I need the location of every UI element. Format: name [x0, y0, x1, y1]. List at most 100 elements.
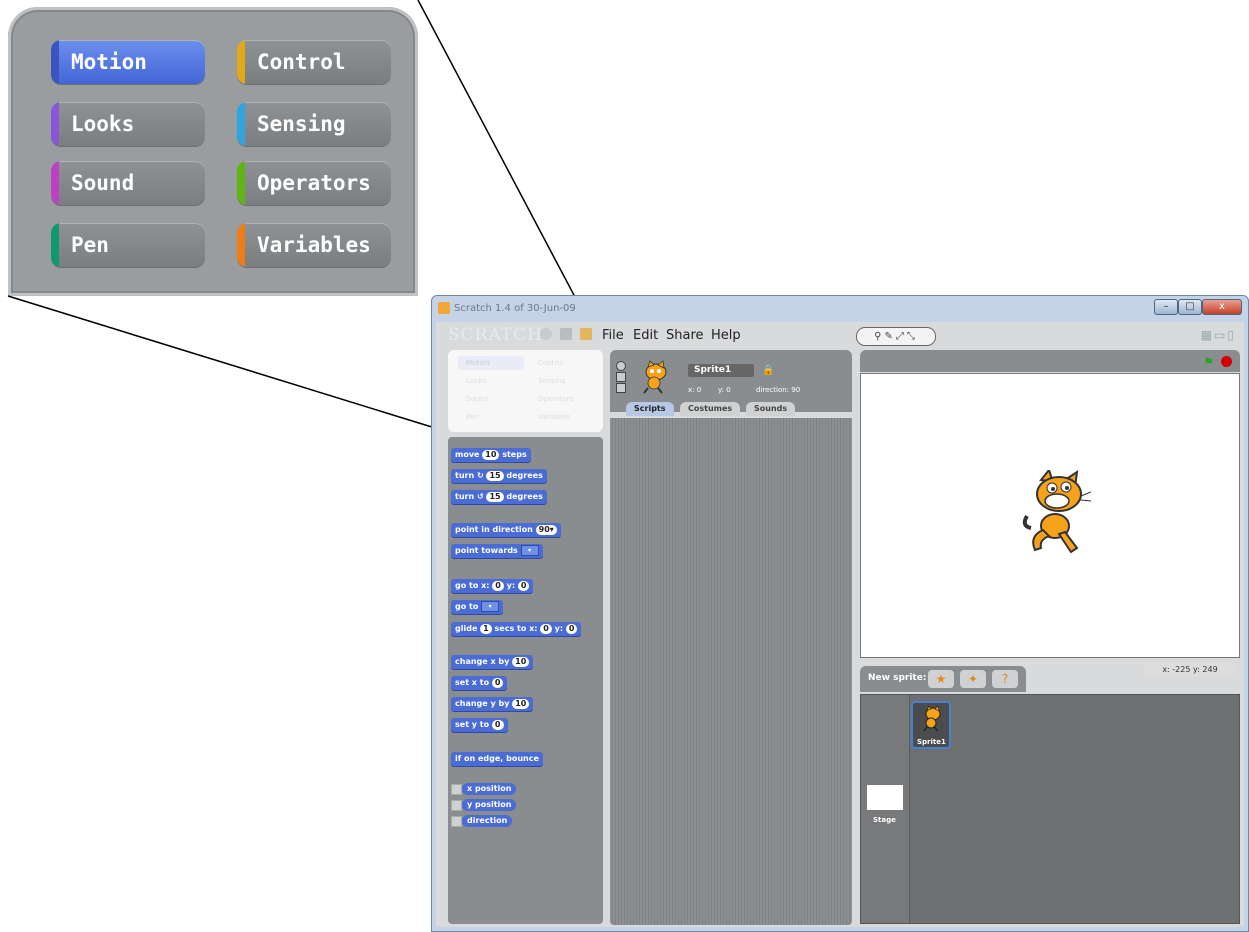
mouse-x-readout: x: -225 — [1162, 665, 1191, 674]
sprite-cat-icon — [643, 360, 667, 394]
block-go-to[interactable]: go to ▾ — [451, 600, 504, 614]
palette-control[interactable]: Control — [530, 356, 596, 370]
green-flag-icon[interactable]: ⚑ — [1203, 355, 1214, 369]
category-label: Sound — [71, 171, 135, 195]
scratch-app-icon — [438, 302, 450, 314]
category-label: Motion — [71, 50, 147, 74]
sprite-list: Stage Sprite1 — [860, 694, 1240, 924]
block-set-y[interactable]: set y to 0 — [451, 718, 508, 732]
category-pen-button[interactable]: Pen — [51, 223, 205, 267]
random-sprite-button[interactable]: ? — [992, 670, 1018, 688]
x-position-checkbox[interactable] — [451, 784, 462, 795]
category-variables-button[interactable]: Variables — [237, 223, 391, 267]
category-label: Control — [257, 50, 346, 74]
block-set-x[interactable]: set x to 0 — [451, 676, 508, 690]
block-change-x[interactable]: change x by 10 — [451, 655, 534, 669]
direction-checkbox[interactable] — [451, 816, 462, 827]
sprite-name-field[interactable]: Sprite1 — [688, 364, 754, 377]
scripts-area[interactable] — [610, 418, 852, 925]
sprite-thumbnail[interactable]: Sprite1 — [911, 701, 951, 749]
scratch-logo: SCRATCH — [448, 325, 543, 345]
block-move[interactable]: move 10 steps — [451, 448, 531, 462]
category-operators-button[interactable]: Operators — [237, 161, 391, 205]
palette-sound[interactable]: Sound — [458, 392, 524, 406]
title-bar: Scratch 1.4 of 30-Jun-09 – □ x — [432, 296, 1248, 322]
choose-sprite-from-file-button[interactable]: ✦ — [960, 670, 986, 688]
sprite-x-readout: x: 0 — [688, 386, 702, 394]
scratch-app: SCRATCH File Edit Share Help ⚲✎⤢⤡ ▦▭▯ Mo… — [436, 322, 1244, 927]
category-color-bar — [51, 223, 59, 267]
block-change-y[interactable]: change y by 10 — [451, 697, 534, 711]
block-point-in-direction[interactable]: point in direction 90▾ — [451, 523, 561, 537]
reporter-direction[interactable]: direction — [462, 815, 513, 827]
category-color-bar — [237, 102, 245, 146]
share-icon[interactable] — [580, 328, 592, 340]
lock-icon[interactable]: 🔒 — [762, 365, 774, 376]
mouse-y-readout: y: 249 — [1193, 665, 1218, 674]
stage-column: Stage — [861, 695, 910, 923]
minimize-button[interactable]: – — [1154, 299, 1178, 315]
stage[interactable] — [860, 373, 1240, 658]
sprite-thumbnail-cat — [923, 706, 941, 732]
block-bounce[interactable]: if on edge, bounce — [451, 752, 543, 766]
cat-sprite[interactable] — [1019, 470, 1091, 562]
maximize-button[interactable]: □ — [1178, 299, 1202, 315]
category-label: Sensing — [257, 112, 346, 136]
stage-thumbnail[interactable] — [867, 785, 903, 810]
save-icon[interactable] — [560, 328, 572, 340]
block-turn-cw[interactable]: turn ↻ 15 degrees — [451, 469, 547, 483]
rotate-style-icon[interactable] — [616, 361, 626, 371]
menu-file[interactable]: File — [602, 328, 624, 343]
mouse-coordinates: x: -225 y: 249 — [1144, 664, 1236, 676]
reporter-y-position[interactable]: y position — [462, 799, 517, 811]
block-point-towards[interactable]: point towards ▾ — [451, 544, 543, 558]
sprite-tools-group[interactable]: ⚲✎⤢⤡ — [856, 327, 936, 346]
palette-sensing[interactable]: Sensing — [530, 374, 596, 388]
stop-sign-icon[interactable] — [1221, 356, 1232, 367]
view-mode-buttons[interactable]: ▦▭▯ — [1201, 328, 1236, 342]
menu-share[interactable]: Share — [666, 328, 704, 343]
sprite-thumbnail-label: Sprite1 — [917, 738, 946, 746]
dropdown[interactable]: ▾ — [520, 545, 539, 556]
dropdown[interactable]: ▾ — [481, 601, 500, 612]
category-label: Variables — [257, 233, 371, 257]
flip-style-icon[interactable] — [616, 372, 626, 382]
menu-edit[interactable]: Edit — [633, 328, 658, 343]
menu-help[interactable]: Help — [711, 328, 741, 343]
tab-sounds[interactable]: Sounds — [746, 402, 796, 416]
category-sound-button[interactable]: Sound — [51, 161, 205, 205]
paint-new-sprite-button[interactable]: ★ — [928, 670, 954, 688]
stage-header: ⚑ — [860, 350, 1240, 372]
block-turn-ccw[interactable]: turn ↺ 15 degrees — [451, 490, 547, 504]
window-title: Scratch 1.4 of 30-Jun-09 — [454, 303, 576, 314]
block-glide[interactable]: glide 1 secs to x: 0 y: 0 — [451, 622, 582, 636]
palette-variables[interactable]: Variables — [530, 410, 596, 424]
palette-operators[interactable]: Operators — [530, 392, 596, 406]
palette-motion[interactable]: Motion — [458, 356, 524, 370]
category-color-bar — [237, 40, 245, 84]
globe-icon[interactable] — [540, 328, 552, 340]
block-go-to-xy[interactable]: go to x: 0 y: 0 — [451, 579, 534, 593]
callout-line-left — [7, 295, 449, 433]
y-position-checkbox[interactable] — [451, 800, 462, 811]
category-palette: Motion Control Looks Sensing Sound Opera… — [448, 350, 603, 432]
category-motion-button[interactable]: Motion — [51, 40, 205, 84]
category-color-bar — [51, 40, 59, 84]
scratch-window: Scratch 1.4 of 30-Jun-09 – □ x SCRATCH F… — [431, 295, 1249, 932]
sprite-direction-readout: direction: 90 — [756, 386, 801, 394]
category-control-button[interactable]: Control — [237, 40, 391, 84]
close-button[interactable]: x — [1202, 299, 1242, 315]
sprite-y-readout: y: 0 — [718, 386, 731, 394]
category-sensing-button[interactable]: Sensing — [237, 102, 391, 146]
category-color-bar — [237, 223, 245, 267]
palette-looks[interactable]: Looks — [458, 374, 524, 388]
no-rotate-icon[interactable] — [616, 383, 626, 393]
tab-costumes[interactable]: Costumes — [680, 402, 741, 416]
reporter-x-position[interactable]: x position — [462, 783, 517, 795]
category-looks-button[interactable]: Looks — [51, 102, 205, 146]
tab-scripts[interactable]: Scripts — [626, 402, 674, 416]
palette-pen[interactable]: Pen — [458, 410, 524, 424]
category-color-bar — [237, 161, 245, 205]
new-sprite-label: New sprite: — [868, 673, 927, 683]
new-sprite-bar: New sprite: ★ ✦ ? — [860, 666, 1026, 692]
